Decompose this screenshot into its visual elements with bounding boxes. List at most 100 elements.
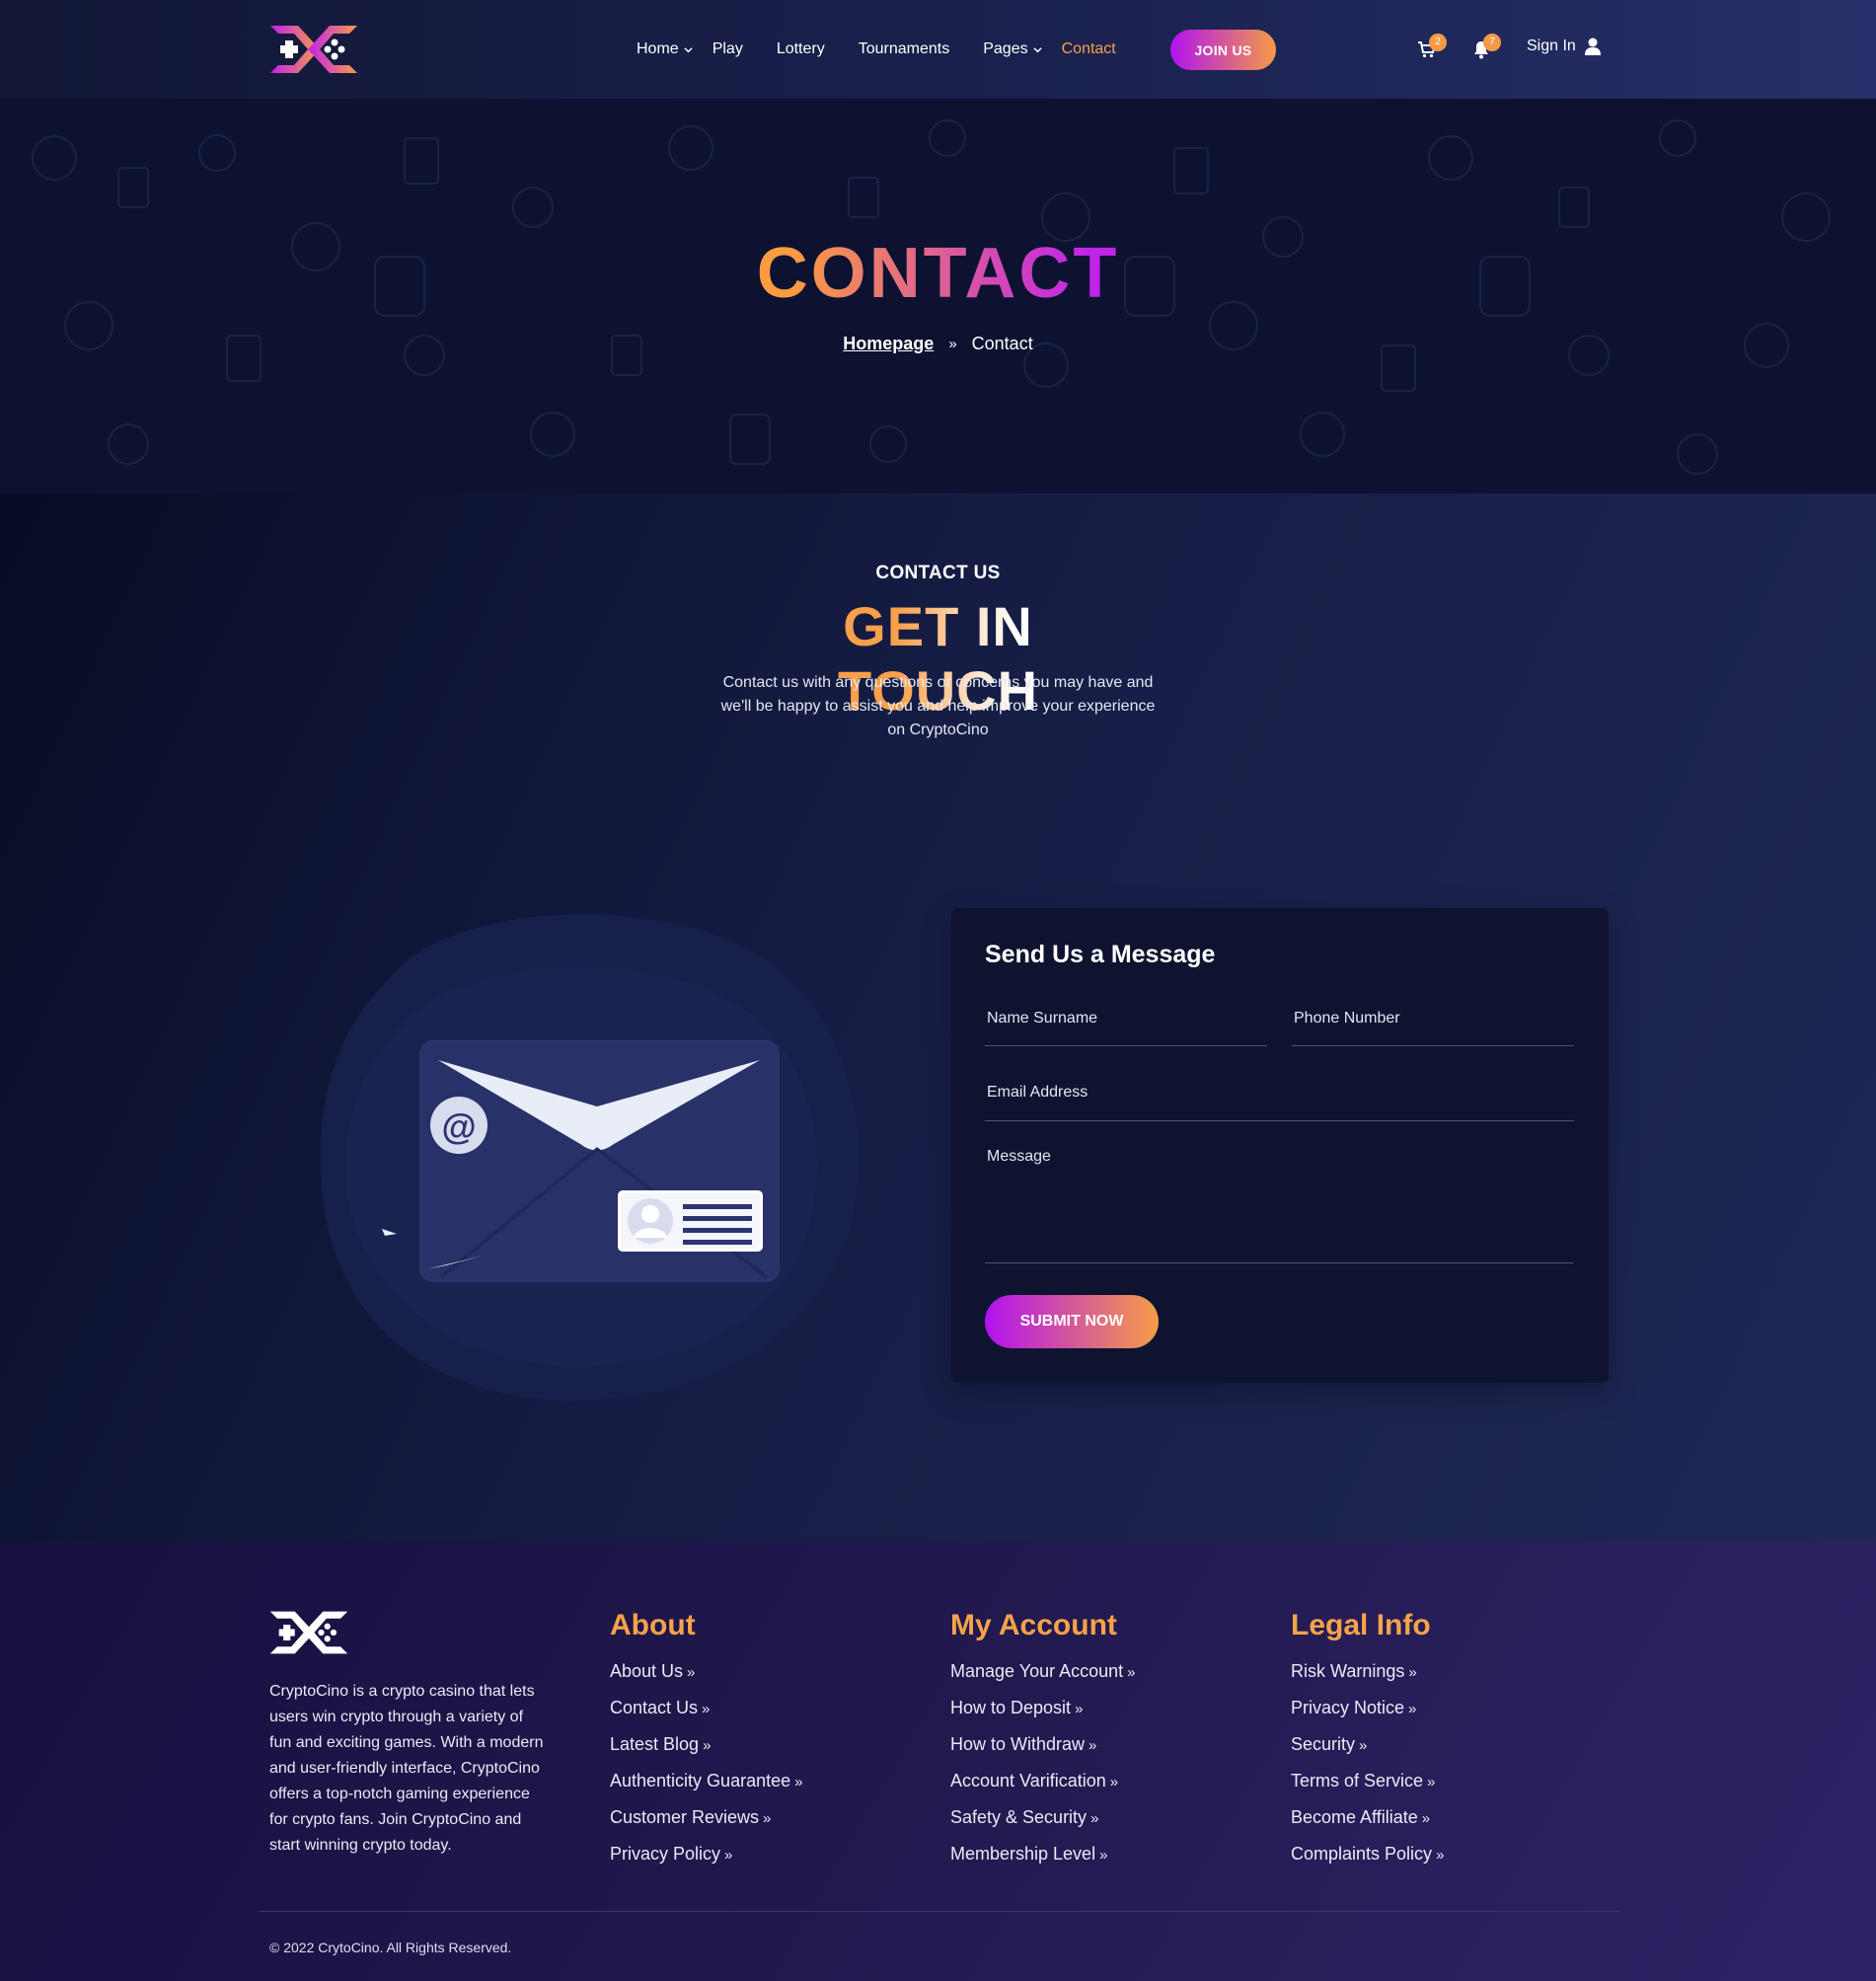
double-chevron-right-icon: »: [1075, 1701, 1084, 1717]
nav-home[interactable]: Home: [637, 40, 693, 58]
footer-link-label: Account Varification: [950, 1771, 1106, 1791]
section-title-wrap: GET IN TOUCH: [738, 594, 1138, 722]
footer-link-label: How to Withdraw: [950, 1734, 1086, 1754]
footer-link[interactable]: Security»: [1291, 1726, 1444, 1763]
footer-link[interactable]: Risk Warnings»: [1291, 1653, 1444, 1690]
double-chevron-right-icon: »: [724, 1847, 733, 1864]
footer-link[interactable]: Customer Reviews»: [610, 1799, 802, 1836]
double-chevron-right-icon: »: [687, 1664, 696, 1681]
cart-button[interactable]: 2: [1417, 34, 1447, 59]
double-chevron-right-icon: »: [1109, 1774, 1119, 1791]
footer-link[interactable]: About Us»: [610, 1653, 802, 1690]
footer-link-label: Risk Warnings: [1291, 1661, 1405, 1681]
nav-contact-label: Contact: [1061, 40, 1116, 57]
footer-link-label: Manage Your Account: [950, 1661, 1124, 1681]
main-nav: Home Play Lottery Tournaments Pages Cont…: [637, 36, 1150, 63]
footer-column-title: About: [610, 1609, 696, 1641]
join-us-button[interactable]: JOIN US: [1170, 30, 1276, 70]
nav-tournaments[interactable]: Tournaments: [859, 40, 950, 58]
page-hero: CONTACT Homepage » Contact: [0, 99, 1876, 494]
double-chevron-right-icon: »: [1436, 1847, 1445, 1864]
footer-link[interactable]: Account Varification»: [950, 1763, 1135, 1799]
footer-link[interactable]: Terms of Service»: [1291, 1763, 1444, 1799]
double-chevron-right-icon: »: [1421, 1810, 1431, 1827]
footer-logo-icon[interactable]: [268, 1609, 349, 1656]
footer-link[interactable]: Latest Blog»: [610, 1726, 802, 1763]
form-title: Send Us a Message: [985, 941, 1216, 968]
footer-link[interactable]: How to Withdraw»: [950, 1726, 1135, 1763]
footer-link[interactable]: Membership Level»: [950, 1836, 1135, 1872]
nav-lottery-label: Lottery: [776, 40, 825, 57]
breadcrumb: Homepage » Contact: [0, 334, 1876, 354]
breadcrumb-current: Contact: [971, 334, 1033, 353]
envelope-illustration: @: [320, 914, 859, 1401]
nav-pages[interactable]: Pages: [983, 40, 1042, 58]
chevron-down-icon: [1033, 46, 1042, 52]
footer-link-label: Contact Us: [610, 1698, 699, 1717]
footer-link[interactable]: Authenticity Guarantee»: [610, 1763, 802, 1799]
footer-column-title: My Account: [950, 1609, 1117, 1641]
submit-button[interactable]: SUBMIT NOW: [985, 1295, 1159, 1348]
nav-play-label: Play: [712, 40, 743, 57]
site-footer: CryptoCino is a crypto casino that lets …: [0, 1542, 1876, 1981]
sign-in-label: Sign In: [1527, 38, 1576, 54]
footer-link-label: Latest Blog: [610, 1734, 700, 1754]
footer-link-label: Privacy Policy: [610, 1844, 721, 1864]
double-chevron-right-icon: »: [702, 1701, 711, 1717]
logo-icon[interactable]: [268, 24, 359, 75]
site-header: Home Play Lottery Tournaments Pages Cont…: [0, 0, 1876, 99]
footer-link-label: About Us: [610, 1661, 684, 1681]
nav-tournaments-label: Tournaments: [858, 40, 950, 57]
footer-link-label: Terms of Service: [1291, 1771, 1424, 1791]
sign-in-link[interactable]: Sign In: [1527, 38, 1601, 55]
user-icon: [1584, 38, 1601, 55]
contact-section: CONTACT US GET IN TOUCH Contact us with …: [0, 494, 1876, 1542]
cart-count-badge: 2: [1429, 34, 1447, 51]
footer-link-label: Membership Level: [950, 1844, 1096, 1864]
double-chevron-right-icon: »: [703, 1737, 712, 1754]
footer-column-title: Legal Info: [1291, 1609, 1431, 1641]
footer-link[interactable]: Safety & Security»: [950, 1799, 1135, 1836]
footer-column-my-account: My Account Manage Your Account» How to D…: [950, 1609, 1135, 1872]
email-field[interactable]: [985, 1079, 1574, 1121]
footer-link[interactable]: Manage Your Account»: [950, 1653, 1135, 1690]
nav-lottery[interactable]: Lottery: [777, 40, 825, 58]
footer-about-text: CryptoCino is a crypto casino that lets …: [269, 1683, 544, 1854]
footer-link-label: Complaints Policy: [1291, 1844, 1433, 1864]
section-intro: Contact us with any questions or concern…: [720, 674, 1156, 738]
double-chevron-right-icon: »: [1090, 1810, 1099, 1827]
double-chevron-right-icon: »: [1408, 1664, 1417, 1681]
footer-link[interactable]: Become Affiliate»: [1291, 1799, 1444, 1836]
name-field[interactable]: [985, 1005, 1267, 1046]
footer-link-label: Safety & Security: [950, 1807, 1088, 1827]
footer-link-label: Privacy Notice: [1291, 1698, 1405, 1717]
footer-link-label: Become Affiliate: [1291, 1807, 1418, 1827]
nav-home-label: Home: [637, 40, 679, 57]
footer-link-label: How to Deposit: [950, 1698, 1072, 1717]
double-chevron-right-icon: »: [1088, 1737, 1097, 1754]
footer-link[interactable]: Privacy Policy»: [610, 1836, 802, 1872]
svg-text:@: @: [441, 1106, 476, 1147]
footer-link[interactable]: Complaints Policy»: [1291, 1836, 1444, 1872]
message-field[interactable]: [985, 1140, 1574, 1263]
double-chevron-right-icon: »: [1408, 1701, 1417, 1717]
nav-pages-label: Pages: [983, 40, 1028, 57]
chevron-down-icon: [684, 46, 693, 52]
breadcrumb-home-link[interactable]: Homepage: [843, 334, 934, 354]
footer-link-label: Customer Reviews: [610, 1807, 760, 1827]
footer-link-label: Security: [1291, 1734, 1356, 1754]
footer-link[interactable]: How to Deposit»: [950, 1690, 1135, 1726]
footer-link[interactable]: Privacy Notice»: [1291, 1690, 1444, 1726]
phone-field[interactable]: [1292, 1005, 1574, 1046]
double-chevron-right-icon: »: [1127, 1664, 1136, 1681]
nav-contact[interactable]: Contact: [1062, 40, 1116, 58]
double-chevron-right-icon: »: [763, 1810, 772, 1827]
page-title: CONTACT: [0, 233, 1876, 314]
notifications-button[interactable]: 7: [1471, 34, 1501, 59]
nav-play[interactable]: Play: [713, 40, 743, 58]
footer-link-label: Authenticity Guarantee: [610, 1771, 791, 1791]
footer-link[interactable]: Contact Us»: [610, 1690, 802, 1726]
footer-divider: [259, 1911, 1620, 1912]
double-chevron-right-icon: »: [948, 336, 957, 352]
footer-column-legal-info: Legal Info Risk Warnings» Privacy Notice…: [1291, 1609, 1444, 1872]
